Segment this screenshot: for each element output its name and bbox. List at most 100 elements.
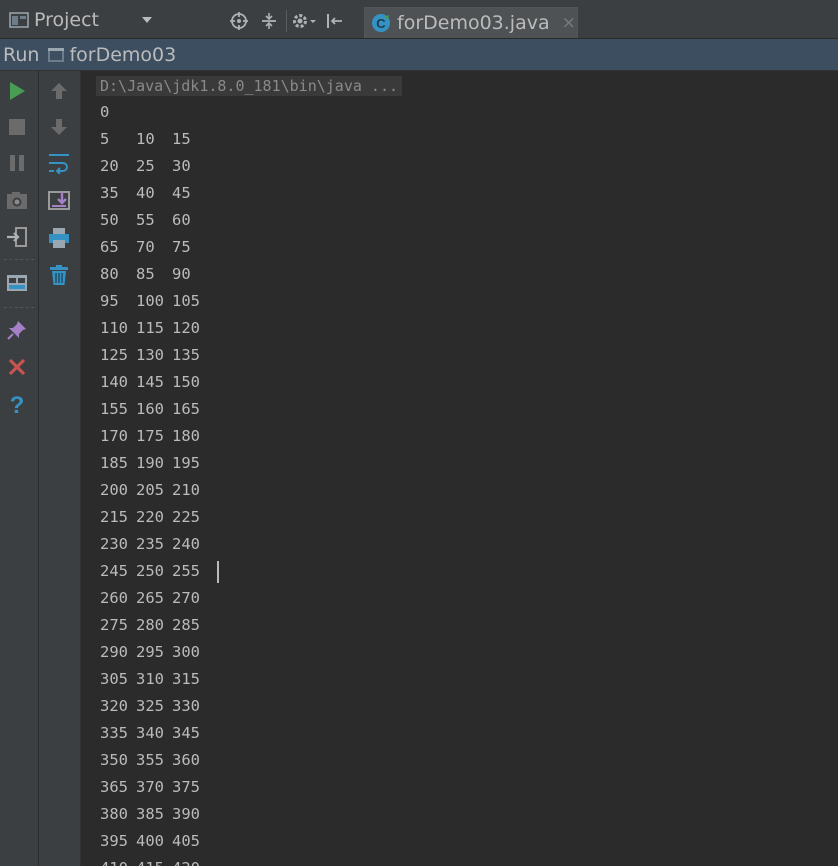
output-value: 420: [172, 857, 208, 866]
output-value: 240: [172, 535, 200, 553]
output-value: 345: [172, 724, 200, 742]
output-value: 95: [100, 292, 119, 310]
output-value: 155: [100, 400, 128, 418]
output-line: 215 220 225: [100, 506, 219, 533]
output-value: 330: [172, 697, 200, 715]
output-line: 245 250 255: [100, 560, 219, 587]
output-value: 375: [172, 778, 200, 796]
output-value: 395: [100, 832, 128, 850]
run-tool-window-header: Run forDemo03: [0, 39, 838, 71]
output-value: 10: [136, 130, 155, 148]
close-icon[interactable]: [3, 353, 31, 381]
output-line: 170 175 180: [100, 425, 219, 452]
output-value: 230: [100, 535, 128, 553]
output-value: 130: [136, 346, 164, 364]
output-value: 25: [136, 157, 155, 175]
output-value: 60: [172, 211, 191, 229]
output-value: 265: [136, 589, 164, 607]
run-toolbar-right: [39, 71, 81, 866]
hide-panel-icon[interactable]: [319, 8, 349, 34]
output-value: 215: [100, 508, 128, 526]
output-value: 105: [172, 292, 200, 310]
output-value: 400: [136, 832, 164, 850]
output-value: 15: [172, 130, 191, 148]
output-value: 90: [172, 265, 191, 283]
pause-icon[interactable]: [3, 149, 31, 177]
output-line: 95 100 105: [100, 290, 219, 317]
layout-icon[interactable]: [3, 269, 31, 297]
output-value: 295: [136, 643, 164, 661]
output-value: 410: [100, 857, 136, 866]
output-value: 380: [100, 805, 128, 823]
project-icon: [8, 10, 30, 30]
pin-icon[interactable]: [3, 316, 31, 344]
output-value: 315: [172, 670, 200, 688]
print-icon[interactable]: [45, 224, 73, 252]
output-value: 55: [136, 211, 155, 229]
gear-icon[interactable]: [289, 8, 319, 34]
output-value: 120: [172, 319, 200, 337]
output-line: 0: [100, 101, 219, 128]
output-value: 75: [172, 238, 191, 256]
output-value: 300: [172, 643, 200, 661]
output-value: 250: [136, 562, 164, 580]
run-label: Run: [3, 43, 40, 66]
top-toolbar: Project C forDemo03.java ×: [0, 0, 838, 39]
output-value: 320: [100, 697, 128, 715]
output-value: 40: [136, 184, 155, 202]
soft-wrap-icon[interactable]: [45, 149, 73, 177]
output-value: 115: [136, 319, 164, 337]
output-value: 340: [136, 724, 164, 742]
clear-all-icon[interactable]: [45, 261, 73, 289]
output-line: 65 70 75: [100, 236, 219, 263]
editor-tab[interactable]: C forDemo03.java ×: [364, 7, 578, 38]
output-value: 175: [136, 427, 164, 445]
output-value: 405: [172, 832, 200, 850]
run-toolbar-left: ?: [0, 71, 39, 866]
output-value: 0: [100, 103, 110, 121]
help-icon[interactable]: ?: [3, 390, 31, 418]
output-value: 245: [100, 562, 128, 580]
close-tab-icon[interactable]: ×: [562, 13, 576, 33]
output-value: 305: [100, 670, 128, 688]
output-value: 160: [136, 400, 164, 418]
output-value: 390: [172, 805, 200, 823]
rerun-icon[interactable]: [3, 77, 31, 105]
run-config-icon: [47, 46, 65, 64]
output-value: 220: [136, 508, 164, 526]
output-value: 335: [100, 724, 128, 742]
tab-label: forDemo03.java: [397, 12, 550, 34]
output-value: 280: [136, 616, 164, 634]
command-line[interactable]: D:\Java\jdk1.8.0_181\bin\java ...: [96, 76, 403, 96]
down-arrow-icon[interactable]: [45, 113, 73, 141]
dump-threads-icon[interactable]: [3, 187, 31, 215]
output-line: 155 160 165: [100, 398, 219, 425]
output-value: 260: [100, 589, 128, 607]
project-selector[interactable]: Project: [0, 6, 165, 34]
output-value: 140: [100, 373, 128, 391]
collapse-all-icon[interactable]: [254, 8, 284, 34]
output-line: 380 385 390: [100, 803, 219, 830]
output-value: 135: [172, 346, 200, 364]
output-value: 20: [100, 157, 119, 175]
locate-icon[interactable]: [224, 8, 254, 34]
output-value: 205: [136, 481, 164, 499]
output-value: 45: [172, 184, 191, 202]
output-line: 185 190 195: [100, 452, 219, 479]
output-value: 310: [136, 670, 164, 688]
output-line: 110 115 120: [100, 317, 219, 344]
scroll-to-end-icon[interactable]: [45, 186, 73, 214]
output-value: 50: [100, 211, 119, 229]
exit-icon[interactable]: [3, 223, 31, 251]
up-arrow-icon[interactable]: [45, 77, 73, 105]
output-value: 210: [172, 481, 200, 499]
java-class-icon: C: [371, 13, 391, 33]
output-line: 20 25 30: [100, 155, 219, 182]
output-line: 395 400 405: [100, 830, 219, 857]
output-line: 230 235 240: [100, 533, 219, 560]
console-output[interactable]: D:\Java\jdk1.8.0_181\bin\java ... 0 5 10 15…: [81, 71, 838, 866]
project-tools: [224, 8, 349, 34]
output-line: 350 355 360: [100, 749, 219, 776]
svg-text:C: C: [376, 16, 386, 31]
stop-icon[interactable]: [3, 113, 31, 141]
